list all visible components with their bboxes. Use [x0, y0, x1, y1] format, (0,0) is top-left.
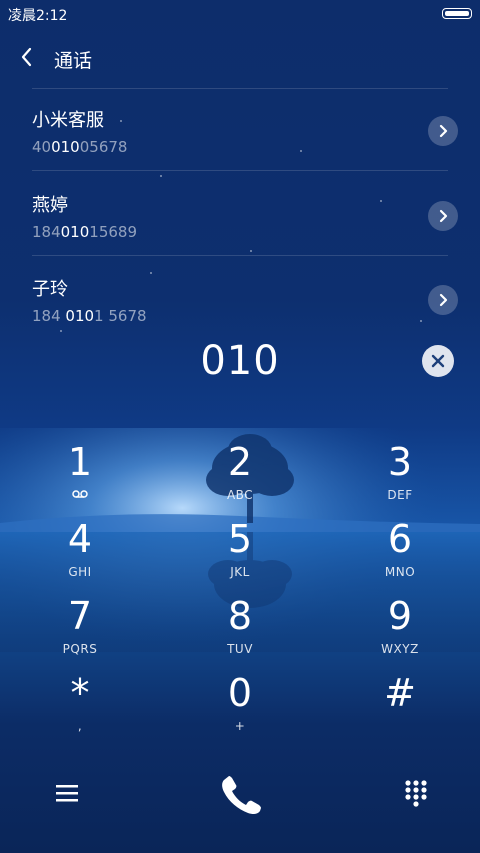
contact-detail-button[interactable]: [428, 116, 458, 146]
key-letters: DEF: [387, 488, 413, 502]
key-digit: #: [384, 671, 416, 715]
contact-number: 18401015689: [32, 223, 137, 241]
key-digit: 0: [227, 671, 253, 715]
phone-icon: [222, 776, 261, 815]
call-button[interactable]: [216, 774, 266, 818]
divider: [32, 170, 448, 171]
dialpad-icon: [405, 780, 427, 807]
contact-detail-button[interactable]: [428, 285, 458, 315]
key-digit: 5: [227, 517, 253, 561]
key-letters: JKL: [230, 565, 250, 579]
battery-icon: [442, 8, 472, 19]
clear-button[interactable]: [422, 345, 454, 377]
key-5[interactable]: 5 JKL: [170, 511, 310, 585]
status-bar: 凌晨2:12: [0, 0, 480, 28]
key-digit: 9: [387, 594, 413, 638]
status-time: 凌晨2:12: [8, 8, 68, 24]
contact-name: 燕婷: [32, 195, 68, 216]
key-7[interactable]: 7 PQRS: [10, 588, 150, 662]
key-letters: +: [234, 719, 246, 733]
key-4[interactable]: 4 GHI: [10, 511, 150, 585]
key-digit: 4: [67, 517, 93, 561]
key-digit: 6: [387, 517, 413, 561]
dialpad-toggle-button[interactable]: [402, 778, 430, 808]
contact-number: 184 0101 5678: [32, 307, 147, 325]
dial-input-display[interactable]: 010: [0, 338, 480, 384]
back-button[interactable]: [14, 42, 44, 72]
key-star[interactable]: * ,: [10, 665, 150, 739]
key-8[interactable]: 8 TUV: [170, 588, 310, 662]
key-3[interactable]: 3 DEF: [330, 434, 470, 508]
key-letters: GHI: [68, 565, 92, 579]
menu-icon: [56, 785, 78, 802]
chevron-right-icon: [439, 209, 448, 223]
key-digit: *: [70, 671, 90, 715]
key-letters: ,: [77, 719, 83, 733]
page-title: 通话: [54, 50, 93, 72]
key-0[interactable]: 0 +: [170, 665, 310, 739]
contact-name: 小米客服: [32, 110, 104, 131]
contact-item[interactable]: 燕婷 18401015689: [32, 191, 458, 275]
divider: [32, 88, 448, 89]
key-9[interactable]: 9 WXYZ: [330, 588, 470, 662]
chevron-right-icon: [439, 293, 448, 307]
key-2[interactable]: 2 ABC: [170, 434, 310, 508]
menu-button[interactable]: [54, 780, 80, 806]
key-digit: 3: [387, 440, 413, 484]
key-letters: WXYZ: [381, 642, 419, 656]
divider: [32, 255, 448, 256]
chevron-left-icon: [21, 47, 32, 67]
key-letters: TUV: [227, 642, 253, 656]
dialer-screen: 凌晨2:12 通话 小米客服 4001005678 燕婷 18401015689: [0, 0, 480, 853]
key-digit: 7: [67, 594, 93, 638]
key-1[interactable]: 1: [10, 434, 150, 508]
chevron-right-icon: [439, 124, 448, 138]
close-icon: [431, 354, 445, 368]
key-digit: 2: [227, 440, 253, 484]
contact-item[interactable]: 小米客服 4001005678: [32, 106, 458, 190]
key-digit: 8: [227, 594, 253, 638]
header: 通话: [0, 36, 480, 80]
bottom-action-bar: [0, 760, 480, 830]
contact-detail-button[interactable]: [428, 201, 458, 231]
contact-number: 4001005678: [32, 138, 128, 156]
key-6[interactable]: 6 MNO: [330, 511, 470, 585]
key-digit: 1: [67, 440, 93, 484]
contact-name: 子玲: [32, 279, 68, 300]
key-letters: ABC: [226, 488, 254, 502]
key-letters: PQRS: [62, 642, 98, 656]
key-letters: MNO: [384, 565, 416, 579]
key-hash[interactable]: #: [330, 665, 470, 739]
voicemail-icon: [10, 488, 150, 502]
